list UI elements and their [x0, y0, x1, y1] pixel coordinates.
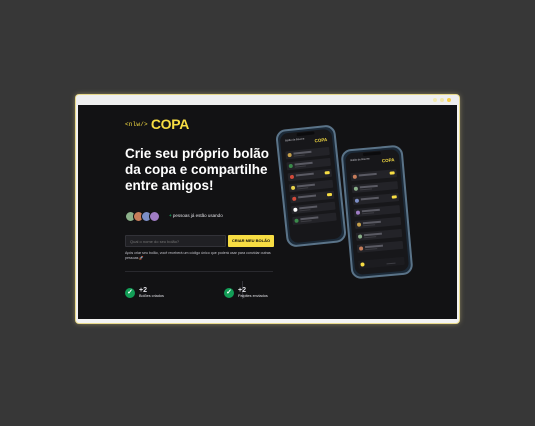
list-item-subline: [365, 247, 377, 250]
stat-label: Palpites enviados: [238, 294, 268, 298]
avatar: [355, 210, 361, 215]
hero-section: <nlw/> COPA Crie seu próprio bolão da co…: [120, 105, 285, 319]
people-count-text: + pessoas já estão usando: [169, 213, 223, 218]
list-item: [350, 169, 398, 182]
flag-icon: [289, 174, 295, 180]
stat-pools-created: ✓ +2 Bolões criados: [125, 287, 164, 299]
stats-divider: [125, 271, 273, 272]
avatar: [149, 211, 160, 222]
list-item: [355, 228, 403, 241]
phone-mockup-front: Bolão de Bourne COPA: [340, 144, 414, 280]
check-icon: ✓: [125, 288, 135, 298]
list-item-line: [360, 196, 380, 200]
avatar: [353, 186, 359, 191]
list-item-line: [295, 172, 314, 177]
status-badge: [389, 171, 395, 176]
flag-icon: [293, 207, 298, 212]
flag-icon: [294, 218, 299, 223]
status-badge: [326, 193, 333, 197]
stat-value: +2: [238, 287, 246, 294]
stat-guesses-sent: ✓ +2 Palpites enviados: [224, 287, 268, 299]
home-icon: [360, 262, 365, 267]
list-item-line: [358, 172, 378, 176]
screen-brand: COPA: [381, 157, 395, 164]
window-dot-3[interactable]: [447, 98, 451, 102]
flag-icon: [288, 163, 293, 169]
list-item-subline: [299, 208, 311, 212]
avatar-group: [125, 211, 171, 222]
list-item: [356, 240, 404, 253]
flag-icon: [290, 185, 296, 191]
window-dot-2[interactable]: [440, 98, 444, 102]
logo-brand: COPA: [150, 116, 190, 132]
nav-line: [386, 262, 396, 265]
phone-screen: Bolão de Bourne COPA: [279, 128, 343, 244]
list-item: [351, 181, 399, 194]
stat-label: Bolões criados: [139, 294, 164, 298]
list-item: [352, 193, 400, 206]
page-title: Crie seu próprio bolão da copa e compart…: [125, 146, 270, 193]
avatar: [358, 246, 364, 251]
list-item: [354, 216, 402, 229]
avatar: [357, 234, 363, 239]
list-item-subline: [293, 153, 305, 157]
list-item-subline: [300, 219, 312, 222]
create-pool-button[interactable]: CRIAR MEU BOLÃO: [228, 235, 274, 247]
status-badge: [391, 195, 397, 199]
bottom-nav: [358, 256, 405, 269]
avatar: [354, 198, 360, 203]
avatar: [356, 222, 362, 227]
people-plus: +: [169, 213, 172, 218]
flag-icon: [292, 196, 297, 202]
pool-name-input[interactable]: [125, 235, 226, 247]
list-item-subline: [297, 186, 309, 190]
list-item-subline: [364, 235, 376, 238]
form-hint: Após criar seu bolão, você receberá um c…: [125, 251, 271, 260]
page-viewport: <nlw/> COPA Crie seu próprio bolão da co…: [78, 105, 457, 319]
logo-tag: <nlw/>: [125, 120, 148, 128]
list-item-line: [298, 194, 316, 198]
browser-window: <nlw/> COPA Crie seu próprio bolão da co…: [76, 95, 459, 323]
list-item-subline: [359, 187, 372, 191]
window-dot-1[interactable]: [433, 98, 437, 102]
check-icon: ✓: [224, 288, 234, 298]
window-titlebar: [76, 95, 459, 105]
list-item-subline: [363, 223, 375, 226]
avatar: [352, 174, 358, 179]
people-label: pessoas já estão usando: [172, 213, 223, 218]
logo: <nlw/> COPA: [125, 116, 189, 132]
flag-icon: [287, 152, 292, 158]
phone-notch: [362, 151, 381, 157]
phone-notch: [296, 131, 315, 137]
list-item: [292, 212, 337, 226]
list-item-subline: [362, 211, 374, 214]
phone-mockup-back: Bolão de Bourne COPA: [274, 124, 348, 248]
screen-title: Bolão de Bourne: [350, 157, 370, 163]
list-item-subline: [294, 164, 306, 168]
screen-brand: COPA: [314, 137, 328, 144]
stat-value: +2: [139, 287, 147, 294]
status-badge: [324, 171, 330, 175]
screen-title: Bolão de Bourne: [284, 137, 305, 143]
list-item: [353, 205, 401, 217]
phone-screen: Bolão de Bourne COPA: [344, 148, 410, 276]
